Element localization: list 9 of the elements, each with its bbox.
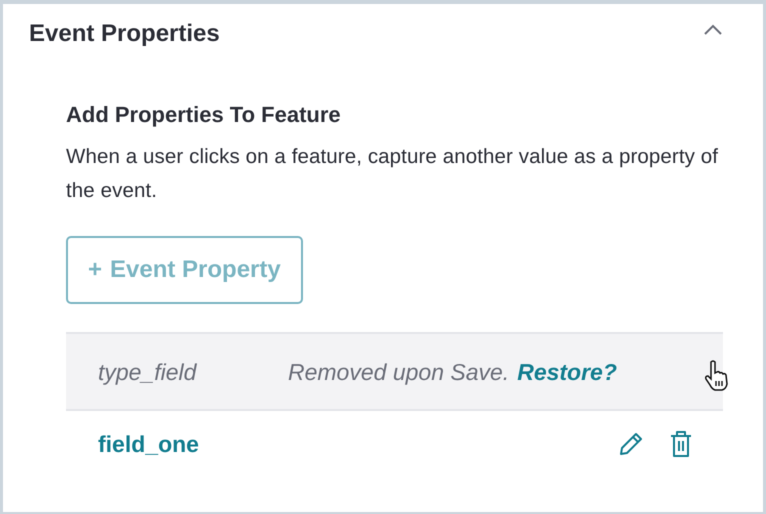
collapse-toggle-icon[interactable]	[703, 24, 723, 36]
section-description: When a user clicks on a feature, capture another value as a property of the event.	[66, 144, 720, 204]
property-name: field_one	[98, 430, 199, 460]
removed-message: Removed upon Save.	[288, 358, 510, 387]
trash-icon[interactable]	[669, 429, 693, 460]
property-name: type_field	[98, 358, 198, 387]
section-heading: Add Properties To Feature	[66, 102, 342, 128]
restore-link[interactable]: Restore?	[517, 354, 617, 390]
panel-title: Event Properties	[29, 20, 220, 49]
